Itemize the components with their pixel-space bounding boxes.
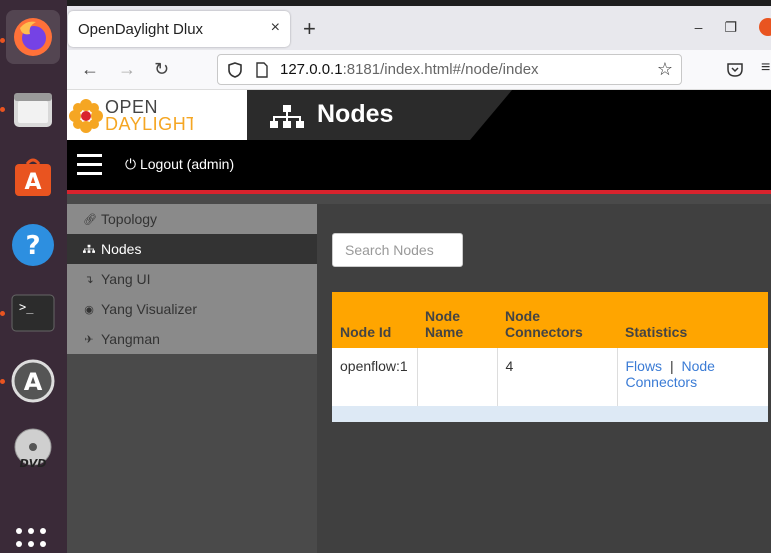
url-host: 127.0.0.1 — [280, 61, 343, 78]
sidebar-item-label: Yang Visualizer — [101, 301, 197, 317]
browser-nav-bar: ← → ↻ 127.0.0.1:8181/index.html#/node/in… — [67, 50, 771, 90]
browser-tab-bar: OpenDaylight Dlux × + – ❐ — [67, 6, 771, 50]
odl-header: OPEN DAYLIGHT Nodes — [67, 90, 771, 140]
back-arrow-icon[interactable]: ← — [81, 59, 99, 80]
software-center-icon: A — [15, 158, 51, 196]
files-launcher[interactable] — [6, 82, 60, 136]
sitemap-icon — [270, 105, 304, 128]
table-row: openflow:1 4 Flows | Node Connectors — [332, 348, 768, 406]
sidebar-item-yangman[interactable]: ✈︎ Yangman — [67, 324, 317, 354]
restore-button[interactable]: ❐ — [724, 19, 737, 36]
logout-label: Logout (admin) — [139, 156, 235, 172]
odl-flower-icon — [69, 99, 103, 133]
help-launcher[interactable]: ? — [6, 218, 60, 272]
bookmark-star-icon[interactable]: ☆ — [657, 59, 673, 80]
cell-node-id: openflow:1 — [332, 348, 418, 406]
stats-separator: | — [669, 358, 674, 374]
tab-close-icon[interactable]: × — [271, 19, 280, 37]
menu-overflow-icon[interactable]: ≡ — [761, 59, 770, 77]
hamburger-menu-icon[interactable] — [77, 154, 102, 181]
sitemap-icon — [83, 244, 95, 253]
sidebar: 🔗︎ Topology Nodes ↴ Yang UI ◉ Yang Visua… — [67, 204, 317, 553]
cell-statistics: Flows | Node Connectors — [617, 348, 768, 406]
updater-launcher[interactable]: A — [6, 354, 60, 408]
svg-text:A: A — [24, 368, 43, 396]
eye-icon: ◉ — [84, 303, 94, 316]
logo-text-daylight: DAYLIGHT — [105, 114, 198, 134]
sidebar-item-label: Yangman — [101, 331, 160, 347]
shield-icon[interactable] — [226, 61, 244, 79]
browser-tab[interactable]: OpenDaylight Dlux × — [68, 11, 290, 47]
software-updater-icon: A — [11, 359, 55, 403]
main-content: Search Nodes Node Id Node Name Node Conn… — [317, 204, 771, 553]
sidebar-item-label: Topology — [101, 211, 158, 227]
flows-link[interactable]: Flows — [626, 358, 663, 374]
cell-node-name — [417, 348, 498, 406]
sidebar-item-label: Yang UI — [101, 271, 151, 287]
sidebar-item-label: Nodes — [101, 241, 142, 257]
odl-toolbar: ⏻ Logout (admin) — [67, 140, 771, 190]
level-down-icon: ↴ — [84, 273, 94, 286]
new-tab-button[interactable]: + — [303, 16, 316, 42]
minimize-button[interactable]: – — [695, 19, 703, 35]
node-connectors-link[interactable]: 4 — [497, 348, 618, 406]
svg-text:?: ? — [25, 231, 40, 261]
svg-text:>_: >_ — [19, 300, 34, 314]
column-header-node-connectors[interactable]: Node Connectors — [497, 292, 617, 348]
svg-text:A: A — [24, 170, 41, 195]
sidebar-item-topology[interactable]: 🔗︎ Topology — [67, 204, 317, 234]
firefox-icon — [14, 18, 52, 56]
column-header-node-name[interactable]: Node Name — [417, 292, 497, 348]
page-title: Nodes — [317, 100, 394, 128]
dvd-icon: DVD — [14, 428, 52, 470]
column-header-node-id[interactable]: Node Id — [332, 292, 417, 348]
link-icon: 🔗︎ — [83, 213, 97, 226]
svg-text:DVD: DVD — [20, 457, 47, 470]
software-launcher[interactable]: A — [6, 150, 60, 204]
terminal-launcher[interactable]: >_ — [6, 286, 60, 340]
sidebar-item-nodes[interactable]: Nodes — [67, 234, 317, 264]
url-path: :8181/index.html#/node/index — [342, 61, 539, 78]
page-icon — [256, 61, 268, 78]
plane-icon: ✈︎ — [84, 333, 94, 346]
reload-icon[interactable]: ↻ — [154, 59, 169, 80]
url-bar[interactable]: 127.0.0.1:8181/index.html#/node/index ☆ — [217, 54, 682, 85]
logout-link[interactable]: ⏻ Logout (admin) — [125, 156, 234, 173]
search-nodes-input[interactable]: Search Nodes — [332, 233, 463, 267]
sidebar-item-yang-visualizer[interactable]: ◉ Yang Visualizer — [67, 294, 317, 324]
table-footer — [332, 406, 768, 422]
sidebar-item-yang-ui[interactable]: ↴ Yang UI — [67, 264, 317, 294]
power-icon: ⏻ — [125, 156, 137, 172]
nodes-table: Node Id Node Name Node Connectors Statis… — [332, 292, 768, 406]
dvd-launcher[interactable]: DVD — [6, 422, 60, 476]
show-apps-button[interactable] — [16, 528, 46, 548]
terminal-icon: >_ — [11, 294, 55, 332]
ubuntu-dock: A ? >_ A DVD — [0, 0, 67, 553]
forward-arrow-icon[interactable]: → — [118, 59, 136, 80]
folder-icon — [14, 93, 52, 127]
tab-title: OpenDaylight Dlux — [78, 20, 204, 38]
firefox-launcher[interactable] — [6, 10, 60, 64]
close-window-button[interactable] — [759, 18, 771, 36]
help-icon: ? — [12, 224, 54, 266]
column-header-statistics[interactable]: Statistics — [617, 292, 768, 348]
pocket-icon[interactable] — [726, 62, 744, 78]
